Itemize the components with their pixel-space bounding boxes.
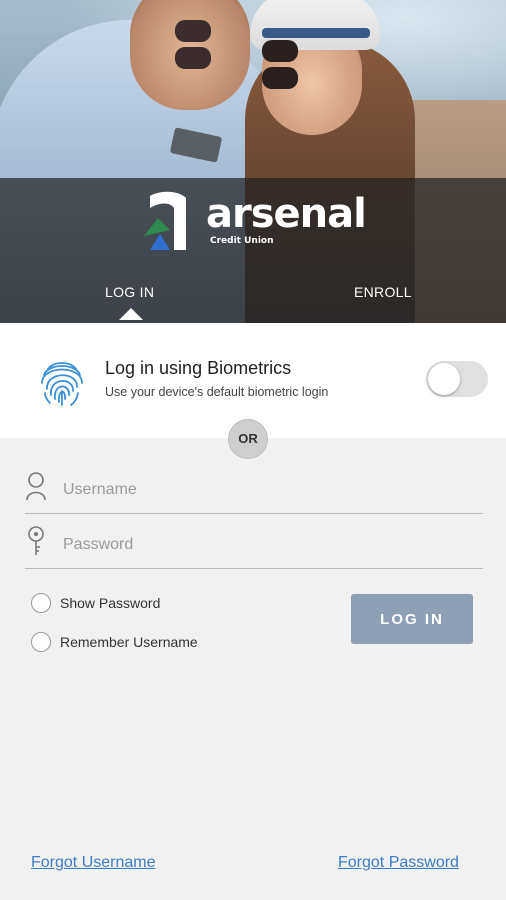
logo-mark-icon <box>144 191 186 250</box>
user-icon <box>26 472 46 501</box>
or-divider-badge: OR <box>228 419 268 459</box>
show-password-radio[interactable] <box>31 593 51 613</box>
tab-enroll[interactable]: ENROLL <box>354 284 412 300</box>
forgot-username-link[interactable]: Forgot Username <box>31 854 156 872</box>
biometrics-toggle[interactable] <box>426 361 488 397</box>
password-input[interactable] <box>63 531 463 559</box>
remember-username-radio[interactable] <box>31 632 51 652</box>
biometrics-subtitle: Use your device's default biometric logi… <box>105 385 329 399</box>
hero-woman-sunglasses <box>262 40 344 89</box>
username-input[interactable] <box>63 476 463 504</box>
active-tab-indicator <box>119 308 143 320</box>
remember-username-label: Remember Username <box>60 634 198 650</box>
tab-login[interactable]: LOG IN <box>105 284 154 300</box>
login-button[interactable]: LOG IN <box>351 594 473 644</box>
show-password-label: Show Password <box>60 595 161 611</box>
hero-man-sunglasses <box>175 20 257 69</box>
auth-tabs: LOG IN ENROLL <box>0 278 506 323</box>
hero-banner: arsenal Credit Union LOG IN ENROLL <box>0 0 506 323</box>
key-icon <box>28 526 44 555</box>
hero-hat-band <box>262 28 370 38</box>
username-field <box>25 470 483 514</box>
brand-subtitle: Credit Union <box>210 236 274 246</box>
brand-name: arsenal <box>206 191 367 237</box>
password-field <box>25 525 483 569</box>
brand-logo: arsenal Credit Union <box>142 190 372 252</box>
fingerprint-icon <box>35 354 89 408</box>
forgot-password-link[interactable]: Forgot Password <box>338 854 459 872</box>
biometrics-title: Log in using Biometrics <box>105 358 292 378</box>
toggle-knob <box>428 363 460 395</box>
